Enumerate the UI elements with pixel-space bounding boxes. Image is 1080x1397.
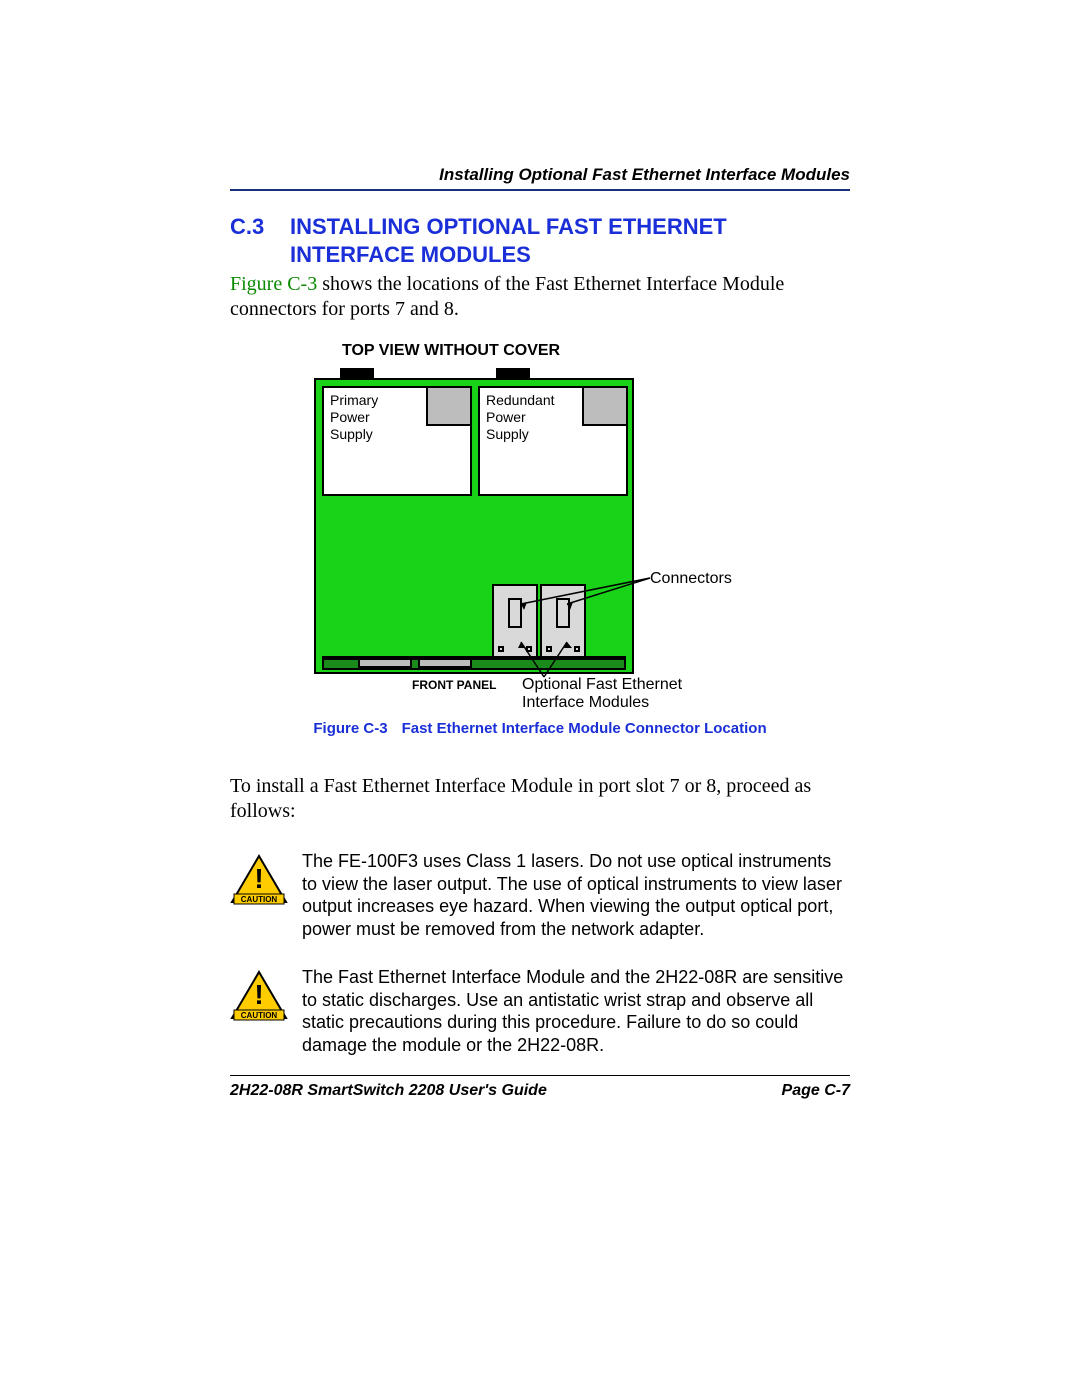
svg-text:CAUTION: CAUTION [241, 895, 278, 904]
intro-paragraph: Figure C-3 shows the locations of the Fa… [230, 272, 850, 322]
notch [498, 646, 504, 652]
front-panel-bar [322, 658, 626, 670]
front-slot [418, 658, 472, 668]
pcb-board: Primary Power Supply Redundant Power Sup… [314, 378, 634, 674]
module-slot-8 [540, 584, 586, 658]
section-heading: C.3INSTALLING OPTIONAL FAST ETHERNET INT… [230, 213, 850, 268]
caution-block-1: ! CAUTION The FE-100F3 uses Class 1 lase… [230, 850, 850, 940]
connectors-label: Connectors [650, 570, 732, 588]
diagram-view-title: TOP VIEW WITHOUT COVER [342, 342, 560, 360]
svg-text:!: ! [254, 863, 263, 894]
install-instruction-paragraph: To install a Fast Ethernet Interface Mod… [230, 774, 850, 824]
svg-text:CAUTION: CAUTION [241, 1011, 278, 1020]
front-panel-label: FRONT PANEL [412, 678, 496, 692]
page-content: Installing Optional Fast Ethernet Interf… [230, 165, 850, 1056]
module-slot-7 [492, 584, 538, 658]
psu-connector [582, 386, 628, 426]
svg-text:!: ! [254, 979, 263, 1010]
interface-modules [492, 584, 586, 658]
psu-label: Supply [330, 426, 373, 442]
section-number: C.3 [230, 213, 290, 241]
front-slot [358, 658, 412, 668]
module-connector [556, 598, 570, 628]
figure-caption-text: Fast Ethernet Interface Module Connector… [402, 720, 767, 737]
psu-label: Primary [330, 392, 378, 408]
footer-guide-title: 2H22-08R SmartSwitch 2208 User's Guide [230, 1082, 547, 1100]
psu-label: Redundant [486, 392, 555, 408]
caution-icon: ! CAUTION [230, 970, 288, 1022]
modules-label-l2: Interface Modules [522, 694, 649, 711]
running-header: Installing Optional Fast Ethernet Interf… [230, 165, 850, 191]
caution-icon: ! CAUTION [230, 854, 288, 906]
caution-text: The Fast Ethernet Interface Module and t… [302, 966, 850, 1056]
page-footer: 2H22-08R SmartSwitch 2208 User's Guide P… [230, 1075, 850, 1100]
redundant-power-supply: Redundant Power Supply [478, 386, 628, 496]
figure-caption: Figure C-3 Fast Ethernet Interface Module… [230, 720, 850, 737]
psu-plug [340, 368, 374, 380]
figure-reference-link[interactable]: Figure C-3 [230, 273, 317, 295]
figure-c3-diagram: TOP VIEW WITHOUT COVER Primary Power Sup… [230, 342, 850, 752]
notch [526, 646, 532, 652]
psu-label: Power [486, 409, 526, 425]
modules-label-l1: Optional Fast Ethernet [522, 676, 682, 693]
psu-label: Supply [486, 426, 529, 442]
caution-text: The FE-100F3 uses Class 1 lasers. Do not… [302, 850, 850, 940]
section-title-line2: INTERFACE MODULES [290, 241, 850, 269]
section-title-line1: INSTALLING OPTIONAL FAST ETHERNET [290, 214, 727, 239]
psu-label: Power [330, 409, 370, 425]
primary-power-supply: Primary Power Supply [322, 386, 472, 496]
footer-page-number: Page C-7 [782, 1082, 850, 1100]
modules-label: Optional Fast Ethernet Interface Modules [522, 676, 682, 713]
module-connector [508, 598, 522, 628]
notch [546, 646, 552, 652]
figure-number: Figure C-3 [313, 720, 387, 737]
caution-block-2: ! CAUTION The Fast Ethernet Interface Mo… [230, 966, 850, 1056]
psu-connector [426, 386, 472, 426]
psu-plug [496, 368, 530, 380]
notch [574, 646, 580, 652]
